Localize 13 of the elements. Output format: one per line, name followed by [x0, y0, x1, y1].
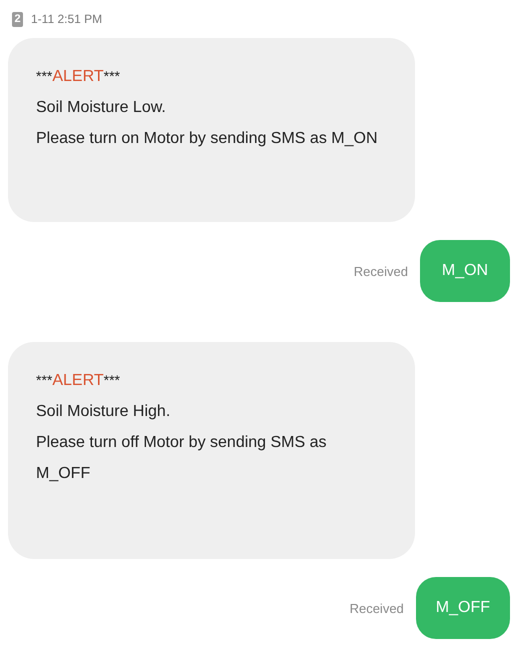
delivery-status: Received [350, 600, 404, 616]
delivery-status: Received [354, 264, 408, 278]
message-text: Soil Moisture Low. [36, 98, 167, 118]
timestamp: 1-11 2:51 PM [31, 12, 102, 26]
message-text: Please turn on Motor by sending SMS as M_ON [36, 129, 378, 149]
message-bubble: M_ON [420, 240, 510, 302]
sim-badge: 2 [12, 12, 23, 26]
alert-line: ***ALERT*** [36, 371, 121, 391]
alert-line: ***ALERT*** [36, 67, 121, 87]
message-text: Soil Moisture High. [36, 402, 172, 422]
message-text: Please turn off Motor by sending SMS as [36, 433, 328, 453]
message-bubble: M_OFF [416, 577, 510, 639]
message-text: M_OFF [36, 464, 92, 484]
